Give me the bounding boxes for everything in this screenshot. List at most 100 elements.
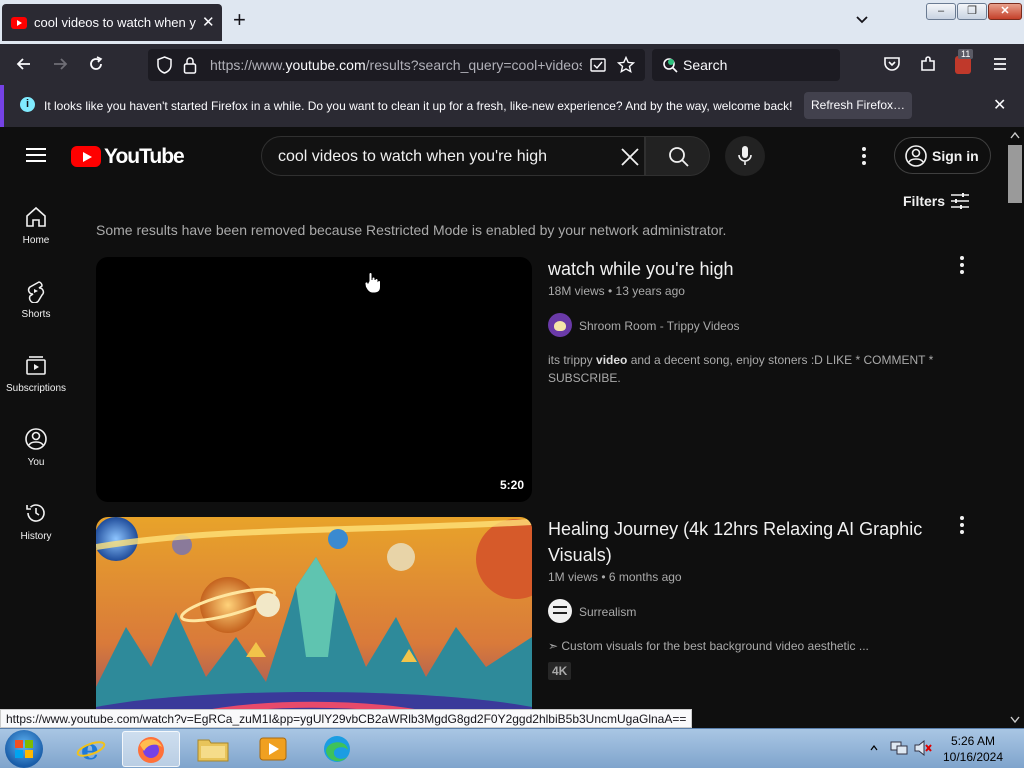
sidebar-label-subscriptions: Subscriptions (5, 383, 67, 394)
search-query-text: cool videos to watch when you're high (278, 148, 547, 165)
sidebar-item-history[interactable]: History (0, 501, 72, 561)
sidebar-label-shorts: Shorts (21, 309, 51, 320)
tab-close-icon[interactable]: ✕ (202, 13, 215, 31)
clock-date: 10/16/2024 (942, 750, 1004, 764)
forward-arrow-icon[interactable] (50, 54, 70, 74)
filter-sliders-icon (951, 193, 969, 209)
scroll-up-arrow-icon[interactable] (1010, 131, 1020, 139)
youtube-favicon-icon (11, 17, 27, 29)
menu-hamburger-icon[interactable] (990, 54, 1010, 74)
channel-name[interactable]: Shroom Room - Trippy Videos (579, 319, 740, 333)
browser-search-bar[interactable]: Search (652, 49, 840, 81)
sidebar-label-you: You (27, 457, 45, 468)
history-icon (26, 504, 45, 522)
pocket-icon[interactable] (882, 54, 902, 74)
new-tab-button[interactable]: + (233, 9, 246, 31)
channel-avatar[interactable] (548, 599, 572, 623)
sign-in-label: Sign in (932, 148, 979, 164)
browser-tab[interactable]: cool videos to watch when you're high ✕ (2, 4, 222, 41)
extensions-puzzle-icon[interactable] (918, 54, 938, 74)
url-prefix: https://www. (210, 57, 286, 73)
url-path: /results?search_query=cool+videos+to+wat… (365, 57, 582, 73)
sidebar-item-subscriptions[interactable]: Subscriptions (0, 353, 72, 413)
sidebar-label-home: Home (22, 235, 50, 246)
url-text[interactable]: https://www.youtube.com/results?search_q… (210, 57, 582, 73)
video-description: ➣ Custom visuals for the best background… (548, 639, 869, 653)
windows-logo-icon (15, 740, 33, 758)
internet-explorer-icon: e (76, 735, 106, 763)
sidebar-label-history: History (20, 531, 52, 542)
video-title[interactable]: watch while you're high (548, 256, 948, 282)
info-icon: i (20, 97, 35, 112)
notification-close-icon[interactable]: ✕ (993, 95, 1006, 115)
taskbar-internet-explorer[interactable]: e (62, 731, 120, 767)
video-more-actions-icon[interactable] (954, 255, 970, 275)
youtube-play-logo-icon (71, 146, 101, 167)
taskbar-edge[interactable] (308, 731, 366, 767)
guide-menu-icon[interactable] (26, 148, 46, 162)
youtube-page: YouTube cool videos to watch when you're… (0, 127, 1006, 728)
scroll-down-arrow-icon[interactable] (1010, 716, 1020, 724)
scrollbar-thumb[interactable] (1008, 145, 1022, 203)
reader-view-icon[interactable] (590, 57, 606, 73)
window-restore-button[interactable]: ❐ (957, 3, 987, 20)
window-minimize-button[interactable]: ‒ (926, 3, 956, 20)
tab-title: cool videos to watch when you're high (34, 15, 196, 30)
show-hidden-icons-icon[interactable] (870, 745, 878, 751)
you-icon (25, 428, 47, 450)
navigation-toolbar: https://www.youtube.com/results?search_q… (0, 44, 1024, 85)
window-close-button[interactable]: ✕ (988, 3, 1022, 20)
sign-in-button[interactable]: Sign in (894, 137, 991, 174)
extension-badge-count: 11 (958, 49, 974, 59)
youtube-search-input[interactable]: cool videos to watch when you're high (261, 136, 645, 176)
back-arrow-icon[interactable] (14, 54, 34, 74)
channel-name[interactable]: Surrealism (579, 605, 636, 619)
taskbar-firefox[interactable] (122, 731, 180, 767)
taskbar-media-player[interactable] (244, 731, 302, 767)
voice-search-button[interactable] (725, 136, 765, 176)
video-more-actions-icon[interactable] (954, 515, 970, 535)
media-player-icon (259, 737, 287, 761)
more-settings-icon[interactable] (854, 145, 874, 167)
youtube-wordmark: YouTube (104, 145, 185, 168)
url-domain: youtube.com (285, 57, 366, 73)
tab-list-chevron-icon[interactable] (855, 13, 869, 27)
tab-strip: cool videos to watch when you're high ✕ … (0, 0, 1024, 44)
search-engine-icon (663, 58, 678, 73)
bookmark-star-icon[interactable] (617, 56, 635, 74)
quality-badge-4k: 4K (548, 662, 572, 680)
account-circle-icon (905, 145, 927, 167)
sidebar-item-you[interactable]: You (0, 427, 72, 487)
tracking-shield-icon[interactable] (156, 56, 173, 74)
youtube-search-button[interactable] (645, 136, 710, 176)
shorts-icon (27, 281, 45, 303)
channel-avatar[interactable] (548, 313, 572, 337)
video-title[interactable]: Healing Journey (4k 12hrs Relaxing AI Gr… (548, 516, 948, 568)
surreal-landscape-thumbnail (96, 517, 532, 728)
filters-button[interactable]: Filters (903, 193, 969, 209)
lock-icon[interactable] (183, 56, 197, 74)
hand-cursor-icon (364, 272, 381, 294)
video-meta: 1M views • 6 months ago (548, 570, 682, 584)
home-icon (26, 206, 46, 227)
svg-text:e: e (81, 735, 99, 763)
sidebar-item-shorts[interactable]: Shorts (0, 279, 72, 339)
address-bar[interactable]: https://www.youtube.com/results?search_q… (148, 49, 645, 81)
refresh-firefox-button[interactable]: Refresh Firefox… (804, 92, 912, 119)
filters-label: Filters (903, 193, 946, 209)
video-description: its trippy video and a decent song, enjo… (548, 353, 934, 385)
refresh-firefox-notification: i It looks like you haven't started Fire… (0, 85, 1024, 127)
clear-search-icon[interactable] (620, 147, 640, 167)
video-meta: 18M views • 13 years ago (548, 284, 685, 298)
sidebar-item-home[interactable]: Home (0, 205, 72, 265)
reload-icon[interactable] (86, 54, 106, 74)
clock-time: 5:26 AM (950, 734, 996, 748)
firefox-icon (138, 737, 164, 763)
video-thumbnail[interactable] (96, 517, 532, 728)
video-thumbnail[interactable]: 5:20 (96, 257, 532, 502)
network-icon[interactable] (890, 740, 908, 756)
page-scrollbar[interactable] (1006, 127, 1024, 728)
start-button[interactable] (5, 730, 43, 768)
taskbar-file-explorer[interactable] (184, 731, 242, 767)
system-clock[interactable]: 5:26 AM 10/16/2024 (930, 733, 1016, 765)
